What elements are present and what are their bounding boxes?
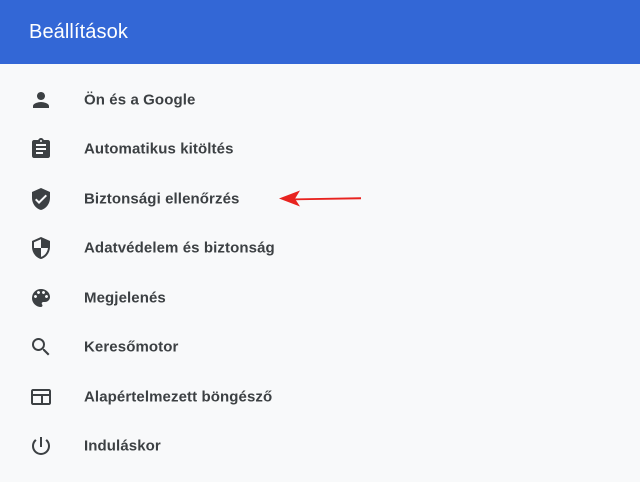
search-icon xyxy=(29,335,53,359)
annotation-arrow-shaft xyxy=(293,197,361,201)
person-icon xyxy=(29,88,53,112)
menu-item-search-engine[interactable]: Keresőmotor xyxy=(0,323,640,373)
shield-check-icon xyxy=(29,187,53,211)
menu-item-label: Ön és a Google xyxy=(84,91,196,109)
menu-item-label: Alapértelmezett böngésző xyxy=(84,388,273,406)
power-icon xyxy=(29,434,53,458)
menu-item-label: Automatikus kitöltés xyxy=(84,140,234,158)
menu-item-label: Biztonsági ellenőrzés xyxy=(84,190,240,208)
menu-item-default-browser[interactable]: Alapértelmezett böngésző xyxy=(0,372,640,422)
settings-header: Beállítások xyxy=(0,0,640,64)
annotation-arrow-icon xyxy=(279,190,361,207)
menu-item-label: Adatvédelem és biztonság xyxy=(84,239,275,257)
shield-half-icon xyxy=(29,236,53,260)
menu-item-label: Induláskor xyxy=(84,437,161,455)
menu-item-label: Megjelenés xyxy=(84,289,166,307)
menu-item-label: Keresőmotor xyxy=(84,338,179,356)
menu-item-privacy-security[interactable]: Adatvédelem és biztonság xyxy=(0,224,640,274)
menu-item-you-and-google[interactable]: Ön és a Google xyxy=(0,75,640,125)
menu-item-appearance[interactable]: Megjelenés xyxy=(0,273,640,323)
clipboard-icon xyxy=(29,137,53,161)
settings-menu: Ön és a Google Automatikus kitöltés Bizt… xyxy=(0,75,640,471)
palette-icon xyxy=(29,286,53,310)
menu-item-on-startup[interactable]: Induláskor xyxy=(0,422,640,472)
browser-icon xyxy=(29,385,53,409)
menu-item-autofill[interactable]: Automatikus kitöltés xyxy=(0,125,640,175)
page-title: Beállítások xyxy=(29,20,128,43)
